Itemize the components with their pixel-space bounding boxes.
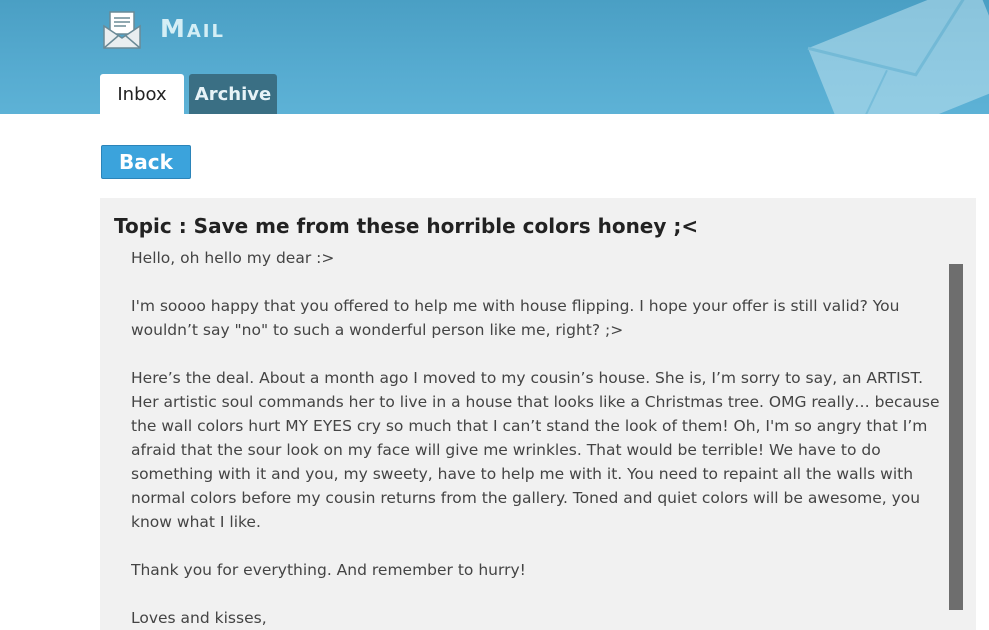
back-button[interactable]: Back: [101, 145, 191, 179]
message-paragraph: I'm soooo happy that you offered to help…: [131, 297, 900, 339]
mail-envelope-icon: [103, 11, 141, 49]
envelope-decoration-icon: [807, 0, 989, 114]
message-panel: Topic : Save me from these horrible colo…: [100, 198, 976, 630]
message-body-viewport[interactable]: Hello, oh hello my dear :> I'm soooo hap…: [131, 250, 947, 630]
message-paragraph: Here’s the deal. About a month ago I mov…: [131, 369, 940, 531]
app-title: Mail: [160, 14, 225, 43]
tab-inbox[interactable]: Inbox: [100, 74, 184, 114]
tab-archive[interactable]: Archive: [189, 74, 277, 114]
message-paragraph: Thank you for everything. And remember t…: [131, 561, 526, 579]
message-body: Hello, oh hello my dear :> I'm soooo hap…: [131, 250, 947, 630]
message-paragraph: Hello, oh hello my dear :>: [131, 250, 335, 267]
message-scrollbar[interactable]: [949, 264, 963, 610]
message-paragraph: Loves and kisses,: [131, 609, 267, 627]
app-header: Mail Inbox Archive: [0, 0, 989, 114]
message-topic: Topic : Save me from these horrible colo…: [114, 214, 699, 238]
